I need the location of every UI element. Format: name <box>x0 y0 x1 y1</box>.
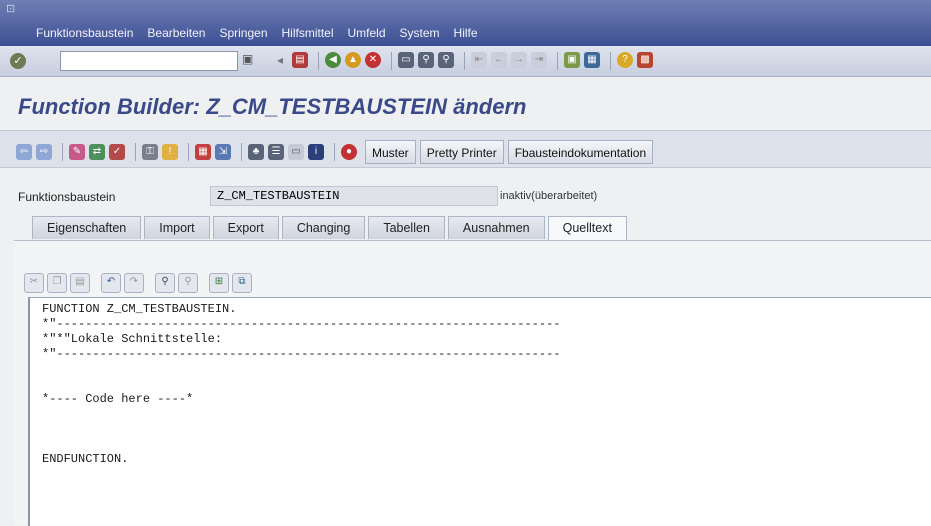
toolbar-separator <box>188 143 189 161</box>
documentation-button[interactable]: Fbausteindokumentation <box>507 140 654 164</box>
toolbar-separator <box>464 52 465 70</box>
back-icon[interactable]: ◀ <box>325 52 341 68</box>
undo-icon[interactable]: ↶ <box>101 273 121 293</box>
tab-eigenschaften[interactable]: Eigenschaften <box>32 216 142 239</box>
code-editor[interactable]: FUNCTION Z_CM_TESTBAUSTEIN. *"-----------… <box>28 297 931 526</box>
last-page-icon[interactable]: ⇥ <box>531 52 547 68</box>
menu-list: Funktionsbaustein Bearbeiten Springen Hi… <box>36 26 492 40</box>
back-arrow-icon[interactable]: ⇦ <box>16 144 32 160</box>
menu-funktionsbaustein[interactable]: Funktionsbaustein <box>36 26 133 40</box>
replace-icon[interactable]: ⧉ <box>232 273 252 293</box>
help-icon[interactable]: ? <box>617 52 633 68</box>
code-line: *"*"Lokale Schnittstelle: <box>42 332 223 346</box>
save-icon[interactable]: ▤ <box>292 52 308 68</box>
cut-icon[interactable]: ✂ <box>24 273 44 293</box>
tab-strip: Eigenschaften Import Export Changing Tab… <box>32 216 630 241</box>
object-list-icon[interactable]: ⇲ <box>215 144 231 160</box>
application-toolbar-icons: ⇦ ⇨ ✎ ⇄ ✓ ⚿ ! ▦ ⇲ ♣ ☰ ▭ i ● Muster Prett… <box>16 140 654 164</box>
new-session-icon[interactable]: ▣ <box>564 52 580 68</box>
find-next-icon[interactable]: ⚲ <box>438 52 454 68</box>
shortcut-icon[interactable]: ▦ <box>584 52 600 68</box>
test-icon[interactable]: ! <box>162 144 178 160</box>
activate-icon[interactable]: ⚿ <box>142 144 158 160</box>
forward-arrow-icon[interactable]: ⇨ <box>36 144 52 160</box>
tab-tabellen[interactable]: Tabellen <box>368 216 445 239</box>
status-text: inaktiv(überarbeitet) <box>500 190 598 202</box>
toolbar-separator <box>391 52 392 70</box>
copy-icon[interactable]: ❐ <box>47 273 67 293</box>
code-line: ENDFUNCTION. <box>42 452 129 466</box>
menu-hilfsmittel[interactable]: Hilfsmittel <box>282 26 334 40</box>
navigation-icon[interactable]: ♣ <box>248 144 264 160</box>
code-line: FUNCTION Z_CM_TESTBAUSTEIN. <box>42 302 237 316</box>
toolbar-separator <box>62 143 63 161</box>
find-icon[interactable]: ⚲ <box>418 52 434 68</box>
paste-icon[interactable]: ▤ <box>70 273 90 293</box>
toolbar-separator <box>610 52 611 70</box>
separator-icon: ◂ <box>276 53 284 67</box>
print-icon[interactable]: ▭ <box>398 52 414 68</box>
source-code-panel: ✂ ❐ ▤ ↶ ↷ ⚲ ⚲ ⊞ ⧉ FUNCTION Z_CM_TESTBAUS… <box>14 240 931 526</box>
toolbar-separator <box>318 52 319 70</box>
tab-changing[interactable]: Changing <box>281 216 366 239</box>
cancel-icon[interactable]: ✕ <box>365 52 381 68</box>
check-icon[interactable]: ✓ <box>109 144 125 160</box>
code-line: *---- Code here ----* <box>42 392 194 406</box>
menu-bar: ⊡ Funktionsbaustein Bearbeiten Springen … <box>0 0 931 46</box>
muster-button[interactable]: Muster <box>365 140 416 164</box>
display-change-icon[interactable]: ✎ <box>69 144 85 160</box>
function-module-field[interactable]: Z_CM_TESTBAUSTEIN <box>210 186 498 206</box>
info-icon[interactable]: i <box>308 144 324 160</box>
tab-export[interactable]: Export <box>212 216 279 239</box>
application-toolbar: ⇦ ⇨ ✎ ⇄ ✓ ⚿ ! ▦ ⇲ ♣ ☰ ▭ i ● Muster Prett… <box>0 130 931 168</box>
pretty-printer-button[interactable]: Pretty Printer <box>419 140 504 164</box>
hierarchy-icon[interactable]: ☰ <box>268 144 284 160</box>
toolbar-separator <box>135 143 136 161</box>
next-page-icon[interactable]: → <box>511 52 527 68</box>
menu-umfeld[interactable]: Umfeld <box>348 26 386 40</box>
tab-import[interactable]: Import <box>144 216 210 239</box>
editor-toolbar: ✂ ❐ ▤ ↶ ↷ ⚲ ⚲ ⊞ ⧉ <box>24 273 255 293</box>
menu-hilfe[interactable]: Hilfe <box>454 26 478 40</box>
find-icon[interactable]: ⚲ <box>155 273 175 293</box>
redo-icon[interactable]: ↷ <box>124 273 144 293</box>
standard-toolbar-icons: ◂ ▤ ◀ ▲ ✕ ▭ ⚲ ⚲ ⇤ ← → ⇥ ▣ ▦ ? ▩ <box>272 52 657 70</box>
code-line: *"--------------------------------------… <box>42 317 561 331</box>
enter-icon[interactable]: ✓ <box>10 53 26 69</box>
tab-quelltext[interactable]: Quelltext <box>547 216 627 241</box>
code-line: *"--------------------------------------… <box>42 347 561 361</box>
menu-bearbeiten[interactable]: Bearbeiten <box>147 26 205 40</box>
command-field[interactable] <box>60 51 238 71</box>
where-used-icon[interactable]: ▦ <box>195 144 211 160</box>
page-title: Function Builder: Z_CM_TESTBAUSTEIN ände… <box>18 94 527 119</box>
layout-icon[interactable]: ▩ <box>637 52 653 68</box>
insert-icon[interactable]: ⊞ <box>209 273 229 293</box>
find-next-icon[interactable]: ⚲ <box>178 273 198 293</box>
active-inactive-icon[interactable]: ⇄ <box>89 144 105 160</box>
toolbar-separator <box>557 52 558 70</box>
window-icon[interactable]: ▭ <box>288 144 304 160</box>
standard-toolbar: ✓ ▣ ◂ ▤ ◀ ▲ ✕ ▭ ⚲ ⚲ ⇤ ← → ⇥ ▣ ▦ ? ▩ <box>0 46 931 77</box>
function-module-label: Funktionsbaustein <box>18 190 116 204</box>
previous-page-icon[interactable]: ← <box>491 52 507 68</box>
tab-ausnahmen[interactable]: Ausnahmen <box>447 216 545 239</box>
first-page-icon[interactable]: ⇤ <box>471 52 487 68</box>
menu-springen[interactable]: Springen <box>219 26 267 40</box>
toolbar-separator <box>334 143 335 161</box>
command-history-icon[interactable]: ▣ <box>242 52 253 66</box>
exit-icon[interactable]: ▲ <box>345 52 361 68</box>
stop-icon[interactable]: ● <box>341 144 357 160</box>
sap-system-icon[interactable]: ⊡ <box>6 2 15 15</box>
toolbar-separator <box>241 143 242 161</box>
code-text: FUNCTION Z_CM_TESTBAUSTEIN. *"-----------… <box>42 302 560 467</box>
menu-system[interactable]: System <box>400 26 440 40</box>
